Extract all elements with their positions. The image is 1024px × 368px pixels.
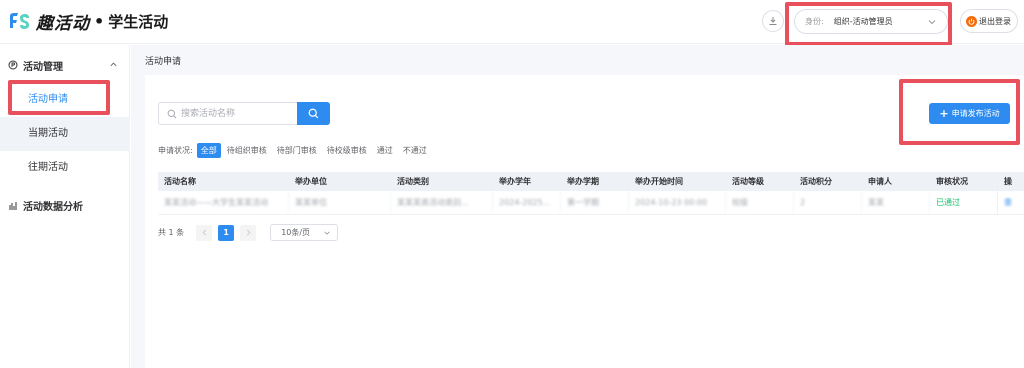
app-logo: 趣活动 • 学生活动 <box>8 9 168 34</box>
page-button-current[interactable]: 1 <box>218 224 235 241</box>
table-header: 活动名称 举办单位 活动类别 举办学年 举办学期 举办开始时间 活动等级 活动积… <box>158 172 1024 191</box>
role-select[interactable]: 身份: 组织-活动管理员 <box>794 9 948 34</box>
col-category: 活动类别 <box>391 172 493 191</box>
brand-subtitle: 学生活动 <box>108 13 169 31</box>
search-icon <box>167 109 177 118</box>
cell-applicant: 某某 <box>862 191 930 214</box>
filter-pending-school[interactable]: 待校级审核 <box>323 143 371 158</box>
breadcrumb: 活动申请 <box>145 57 182 67</box>
filter-approved[interactable]: 通过 <box>373 143 397 158</box>
cell-review-status: 已通过 <box>930 191 998 214</box>
logout-label: 退出登录 <box>979 16 1011 26</box>
filter-all[interactable]: 全部 <box>196 143 221 158</box>
publish-activity-button[interactable]: + 申请发布活动 <box>929 103 1010 124</box>
role-label: 身份: <box>805 17 824 26</box>
search-icon <box>308 108 319 119</box>
search-input[interactable] <box>181 103 303 124</box>
brand-separator: • <box>94 12 105 31</box>
col-academic-year: 举办学年 <box>493 172 561 191</box>
page-size-select[interactable]: 10条/页 <box>270 224 339 241</box>
cell-semester: 第一学期 <box>561 191 629 214</box>
total-count: 共 1 条 <box>158 228 185 237</box>
power-icon <box>966 15 977 27</box>
prev-page-button[interactable] <box>196 224 213 241</box>
main-content: 活动申请 + 申请发布活动 申请状况: 全部 待组织审核 待部门审核 待校级审核… <box>131 45 1024 368</box>
table-row: 某某活动——大学生某某活动 某某单位 某某某类活动类别... 2024-2025… <box>158 191 1024 215</box>
role-value: 组织-活动管理员 <box>833 17 893 26</box>
chevron-down-icon <box>928 20 936 25</box>
menu-group-label: 活动数据分析 <box>23 201 83 213</box>
download-button[interactable] <box>762 10 784 32</box>
chevron-left-icon <box>202 229 206 236</box>
col-start-time: 举办开始时间 <box>629 172 726 191</box>
circle-p-icon <box>8 60 18 70</box>
cell-level: 校级 <box>726 191 794 214</box>
cell-activity-name: 某某活动——大学生某某活动 <box>158 191 289 214</box>
col-actions: 操 <box>1004 177 1012 186</box>
filter-rejected[interactable]: 不通过 <box>399 143 431 158</box>
filter-label: 申请状况: <box>158 146 193 155</box>
col-level: 活动等级 <box>726 172 794 191</box>
plus-icon: + <box>939 107 949 120</box>
cell-action-link[interactable]: 查 <box>998 191 1024 214</box>
content-panel: + 申请发布活动 申请状况: 全部 待组织审核 待部门审核 待校级审核 通过 不… <box>145 75 1024 368</box>
cell-academic-year: 2024-2025... <box>493 191 561 214</box>
cell-category: 某某某类活动类别... <box>391 191 493 214</box>
col-points: 活动积分 <box>794 172 862 191</box>
logo-mark-icon <box>8 12 30 32</box>
col-applicant: 申请人 <box>862 172 930 191</box>
filter-pending-org[interactable]: 待组织审核 <box>223 143 271 158</box>
top-bar: 趣活动 • 学生活动 身份: 组织-活动管理员 退出登录 <box>0 0 1024 46</box>
filter-pending-dept[interactable]: 待部门审核 <box>273 143 321 158</box>
sidebar-item-current-activities[interactable]: 当期活动 <box>0 117 130 151</box>
chevron-right-icon <box>246 229 251 236</box>
col-review-status: 审核状况 <box>930 172 998 191</box>
cell-start-time: 2024-10-23 00:00 <box>629 191 726 214</box>
search-box <box>158 102 330 125</box>
chevron-down-icon <box>324 231 330 235</box>
col-organizer: 举办单位 <box>289 172 391 191</box>
download-icon <box>769 17 777 25</box>
page-size-value: 10条/页 <box>281 228 311 237</box>
sidebar-item-activity-apply[interactable]: 活动申请 <box>0 83 130 117</box>
menu-group-activity-management[interactable]: 活动管理 <box>0 50 130 80</box>
activity-table: 活动名称 举办单位 活动类别 举办学年 举办学期 举办开始时间 活动等级 活动积… <box>158 172 1024 215</box>
next-page-button[interactable] <box>240 224 257 241</box>
pagination: 共 1 条 1 10条/页 <box>158 224 339 241</box>
chevron-up-icon <box>110 62 117 67</box>
search-button[interactable] <box>297 102 330 125</box>
cell-points: 2 <box>794 191 862 214</box>
sidebar: 活动管理 活动申请 当期活动 往期活动 活动数据分析 <box>0 45 130 368</box>
col-activity-name: 活动名称 <box>158 172 289 191</box>
chart-icon <box>8 200 18 210</box>
menu-group-data-analysis[interactable]: 活动数据分析 <box>0 190 130 220</box>
cell-organizer: 某某单位 <box>289 191 391 214</box>
col-semester: 举办学期 <box>561 172 629 191</box>
logout-button[interactable]: 退出登录 <box>960 9 1018 33</box>
menu-group-label: 活动管理 <box>23 61 63 73</box>
status-filters: 申请状况: 全部 待组织审核 待部门审核 待校级审核 通过 不通过 <box>158 143 433 158</box>
publish-label: 申请发布活动 <box>951 109 1000 118</box>
sidebar-item-past-activities[interactable]: 往期活动 <box>0 151 130 185</box>
brand-name: 趣活动 <box>36 14 90 34</box>
